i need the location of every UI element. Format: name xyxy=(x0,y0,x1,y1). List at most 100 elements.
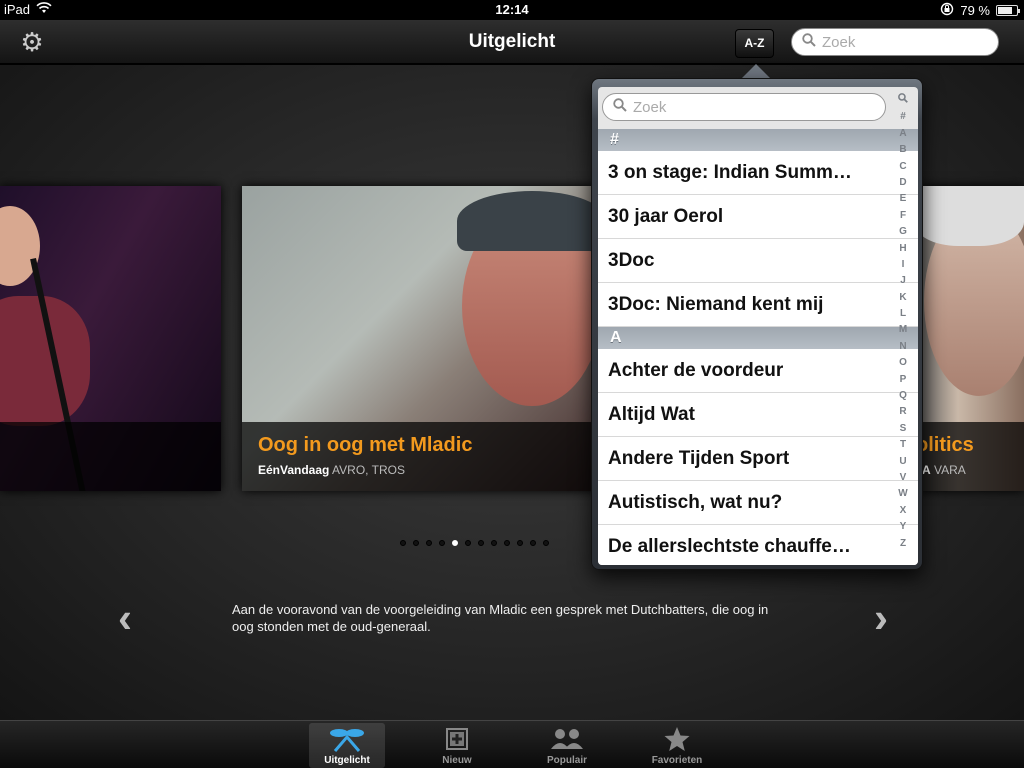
page-dot[interactable] xyxy=(426,540,432,546)
search-field[interactable] xyxy=(791,28,999,56)
battery-fill xyxy=(998,7,1013,14)
card-title: olitics xyxy=(916,434,974,456)
tab-populair[interactable]: Populair xyxy=(529,723,605,768)
page-dot[interactable] xyxy=(465,540,471,546)
battery-percent: 79 % xyxy=(960,3,990,18)
card-subtitle: A VARA xyxy=(922,463,966,477)
popover-arrow xyxy=(741,64,771,79)
index-letter[interactable]: G xyxy=(899,224,907,240)
index-letter[interactable]: L xyxy=(900,306,906,322)
page-dot[interactable] xyxy=(530,540,536,546)
index-letter[interactable]: U xyxy=(899,454,906,470)
list-item[interactable]: Andere Tijden Sport xyxy=(598,437,918,481)
page-dot[interactable] xyxy=(439,540,445,546)
battery-icon xyxy=(996,5,1020,16)
index-letter[interactable]: Z xyxy=(900,536,906,552)
index-letter[interactable]: H xyxy=(899,241,906,257)
page-dot[interactable] xyxy=(504,540,510,546)
navigation-bar: ⚙ Uitgelicht A-Z xyxy=(0,20,1024,64)
card-broadcasters: VARA xyxy=(934,463,966,477)
index-letter[interactable]: X xyxy=(900,503,907,519)
page-dot[interactable] xyxy=(491,540,497,546)
tab-label: Uitgelicht xyxy=(324,755,370,766)
card-title: Oog in oog met Mladic xyxy=(258,434,473,456)
index-letter[interactable]: P xyxy=(900,372,907,388)
featured-icon xyxy=(309,725,385,755)
status-bar: iPad 12:14 79 % xyxy=(0,0,1024,20)
list-item[interactable]: Autistisch, wat nu? xyxy=(598,481,918,525)
popover-search-input[interactable] xyxy=(633,98,873,116)
index-search-icon[interactable] xyxy=(898,93,908,109)
index-letter[interactable]: N xyxy=(899,339,906,355)
index-letter[interactable]: T xyxy=(900,437,906,453)
popover-search-field[interactable] xyxy=(602,93,886,121)
card-subtitle: EénVandaag AVRO, TROS xyxy=(258,463,405,477)
list-item[interactable]: 3Doc: Niemand kent mij xyxy=(598,283,918,327)
index-letter[interactable]: R xyxy=(899,404,906,420)
status-time: 12:14 xyxy=(495,2,529,17)
tab-label: Nieuw xyxy=(442,755,472,766)
star-icon xyxy=(639,725,715,755)
index-letter[interactable]: K xyxy=(899,290,906,306)
next-arrow-icon[interactable]: › xyxy=(874,597,888,639)
index-letter[interactable]: S xyxy=(900,421,907,437)
card-broadcasters: AVRO, TROS xyxy=(332,463,405,477)
index-letter[interactable]: A xyxy=(899,126,906,142)
tab-label: Favorieten xyxy=(651,755,703,766)
carousel-card-previous[interactable] xyxy=(0,186,221,491)
index-letter[interactable]: Y xyxy=(900,519,907,535)
index-letter[interactable]: I xyxy=(902,257,905,273)
list-item[interactable]: Achter de voordeur xyxy=(598,349,918,393)
page-dot[interactable] xyxy=(543,540,549,546)
status-right: 79 % xyxy=(940,2,1020,19)
tab-nieuw[interactable]: Nieuw xyxy=(419,723,495,768)
hair-image xyxy=(914,186,1024,246)
list-item[interactable]: 3 on stage: Indian Summ… xyxy=(598,151,918,195)
index-letter[interactable]: J xyxy=(900,273,906,289)
card-caption: olitics A VARA xyxy=(914,422,1024,491)
item-description: Aan de vooravond van de voorgeleiding va… xyxy=(232,602,769,634)
section-index[interactable]: # A B C D E F G H I J K L M N O P Q R S T U V W X Y Z xyxy=(894,93,912,552)
section-header: A xyxy=(598,327,918,349)
index-letter[interactable]: W xyxy=(898,486,907,502)
carousel-card-next[interactable]: olitics A VARA xyxy=(914,186,1024,491)
index-letter[interactable]: D xyxy=(899,175,906,191)
section-header: # xyxy=(598,129,918,151)
index-letter[interactable]: V xyxy=(900,470,907,486)
page-dot[interactable] xyxy=(413,540,419,546)
card-caption: Oog in oog met Mladic EénVandaag AVRO, T… xyxy=(242,422,602,491)
card-program: A xyxy=(922,463,931,477)
page-dot[interactable] xyxy=(400,540,406,546)
search-input[interactable] xyxy=(822,33,992,51)
tab-label: Populair xyxy=(546,755,587,766)
tab-favorieten[interactable]: Favorieten xyxy=(639,723,715,768)
list-item[interactable]: 3Doc xyxy=(598,239,918,283)
index-letter[interactable]: C xyxy=(899,159,906,175)
page-dot[interactable] xyxy=(452,540,458,546)
index-letter[interactable]: M xyxy=(899,322,907,338)
card-program: EénVandaag xyxy=(258,463,330,477)
list-item[interactable]: De allerslechtste chauffe… xyxy=(598,525,918,565)
az-index-button[interactable]: A-Z xyxy=(735,29,774,58)
plus-square-icon xyxy=(419,725,495,755)
people-icon xyxy=(529,725,605,755)
page-indicator[interactable] xyxy=(400,540,549,546)
list-item[interactable]: 30 jaar Oerol xyxy=(598,195,918,239)
cap-image xyxy=(457,191,602,251)
index-letter[interactable]: B xyxy=(899,142,906,158)
tab-uitgelicht[interactable]: Uitgelicht xyxy=(309,723,385,768)
index-letter[interactable]: Q xyxy=(899,388,907,404)
index-letter[interactable]: F xyxy=(900,208,906,224)
page-dot[interactable] xyxy=(478,540,484,546)
az-popover: # 3 on stage: Indian Summ… 30 jaar Oerol… xyxy=(591,78,923,570)
index-letter[interactable]: E xyxy=(900,191,907,207)
index-letter[interactable]: # xyxy=(900,109,906,125)
list-item[interactable]: Altijd Wat xyxy=(598,393,918,437)
previous-arrow-icon[interactable]: ‹ xyxy=(118,597,132,639)
card-caption xyxy=(0,422,221,491)
carousel-card-current[interactable]: Oog in oog met Mladic EénVandaag AVRO, T… xyxy=(242,186,602,491)
index-letter[interactable]: O xyxy=(899,355,907,371)
search-icon xyxy=(802,33,816,51)
rotation-lock-icon xyxy=(940,2,954,19)
page-dot[interactable] xyxy=(517,540,523,546)
